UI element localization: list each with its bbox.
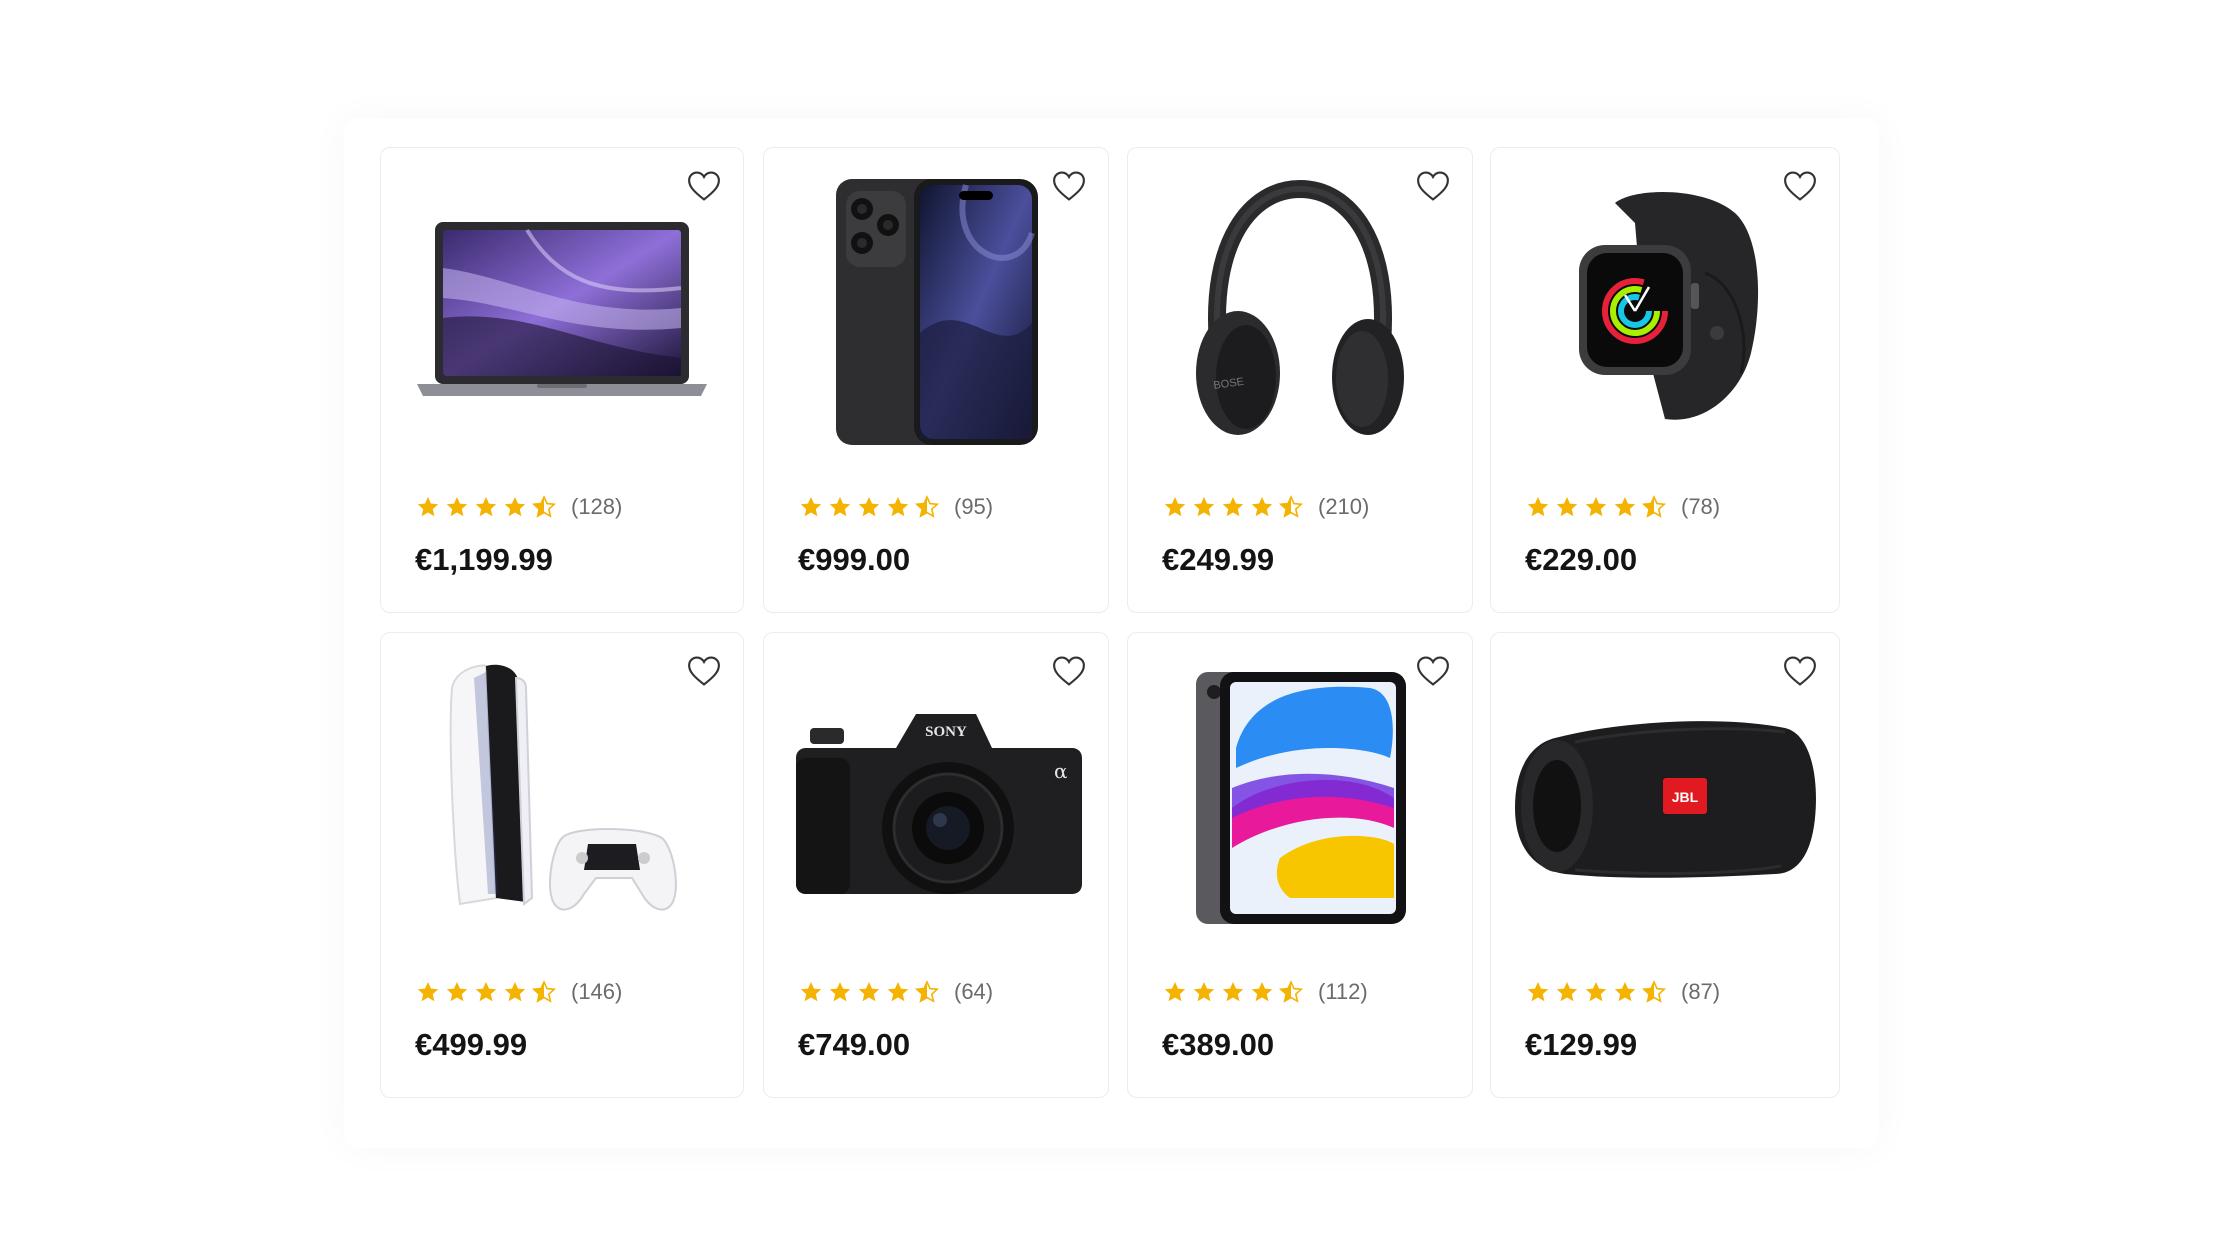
product-image-game-console[interactable] bbox=[381, 653, 743, 943]
star-half-icon bbox=[1278, 980, 1304, 1003]
star-icon bbox=[1193, 497, 1215, 517]
star-icon bbox=[887, 497, 909, 517]
star-icon bbox=[829, 982, 851, 1002]
star-icon bbox=[1556, 982, 1578, 1002]
product-price: €999.00 bbox=[798, 542, 911, 577]
star-icon bbox=[858, 982, 880, 1002]
star-half-icon bbox=[1641, 495, 1667, 518]
star-icon bbox=[1614, 982, 1636, 1002]
star-icon bbox=[1614, 497, 1636, 517]
star-icon bbox=[1251, 497, 1273, 517]
star-icon bbox=[446, 497, 468, 517]
svg-text:α: α bbox=[1054, 759, 1068, 783]
product-image-speaker[interactable]: JBL bbox=[1491, 653, 1839, 943]
star-icon bbox=[504, 497, 526, 517]
star-icon bbox=[1222, 497, 1244, 517]
star-half-icon bbox=[531, 980, 557, 1003]
star-half-icon bbox=[1278, 495, 1304, 518]
product-price: €229.00 bbox=[1525, 542, 1638, 577]
star-icon bbox=[475, 497, 497, 517]
review-count: (128) bbox=[571, 494, 623, 519]
star-icon bbox=[858, 497, 880, 517]
product-card[interactable]: BOSE (210) €249.99 bbox=[1127, 147, 1473, 613]
star-rating bbox=[1525, 980, 1667, 1004]
star-icon bbox=[829, 497, 851, 517]
product-image-laptop[interactable] bbox=[381, 168, 743, 458]
star-rating bbox=[415, 495, 557, 519]
product-price: €389.00 bbox=[1162, 1027, 1275, 1062]
star-icon bbox=[417, 982, 439, 1002]
product-price: €499.99 bbox=[415, 1027, 528, 1062]
brand-logo: JBL bbox=[1672, 789, 1699, 805]
rating: (95) bbox=[798, 494, 993, 520]
product-image-tablet[interactable] bbox=[1128, 653, 1472, 943]
product-price: €129.99 bbox=[1525, 1027, 1638, 1062]
product-image-smartwatch[interactable] bbox=[1491, 168, 1839, 458]
rating: (78) bbox=[1525, 494, 1720, 520]
product-price: €749.00 bbox=[798, 1027, 911, 1062]
brand-logo: SONY bbox=[925, 724, 967, 740]
star-icon bbox=[417, 497, 439, 517]
star-rating bbox=[1162, 980, 1304, 1004]
review-count: (210) bbox=[1318, 494, 1370, 519]
star-icon bbox=[1556, 497, 1578, 517]
rating: (210) bbox=[1162, 494, 1369, 520]
review-count: (112) bbox=[1318, 979, 1368, 1004]
product-image-smartphone[interactable] bbox=[764, 168, 1108, 458]
star-icon bbox=[887, 982, 909, 1002]
star-icon bbox=[446, 982, 468, 1002]
star-rating bbox=[798, 495, 940, 519]
star-icon bbox=[800, 497, 822, 517]
product-price: €1,199.99 bbox=[415, 542, 553, 577]
review-count: (146) bbox=[571, 979, 623, 1004]
product-card[interactable]: JBL (87) €129.99 bbox=[1490, 632, 1840, 1098]
star-icon bbox=[1585, 982, 1607, 1002]
star-rating bbox=[1162, 495, 1304, 519]
product-price: €249.99 bbox=[1162, 542, 1275, 577]
product-image-camera[interactable]: SONY α bbox=[764, 653, 1108, 943]
review-count: (95) bbox=[954, 494, 994, 519]
star-icon bbox=[475, 982, 497, 1002]
product-card[interactable]: (146) €499.99 bbox=[380, 632, 744, 1098]
star-rating bbox=[1525, 495, 1667, 519]
review-count: (87) bbox=[1681, 979, 1721, 1004]
review-count: (78) bbox=[1681, 494, 1721, 519]
star-icon bbox=[1193, 982, 1215, 1002]
star-half-icon bbox=[914, 980, 940, 1003]
star-icon bbox=[1164, 982, 1186, 1002]
rating: (128) bbox=[415, 494, 622, 520]
rating: (64) bbox=[798, 979, 993, 1005]
star-icon bbox=[504, 982, 526, 1002]
star-rating bbox=[415, 980, 557, 1004]
product-card[interactable]: SONY α (64) €749.00 bbox=[763, 632, 1109, 1098]
product-card[interactable]: (128) €1,199.99 bbox=[380, 147, 744, 613]
review-count: (64) bbox=[954, 979, 994, 1004]
star-icon bbox=[1527, 497, 1549, 517]
rating: (112) bbox=[1162, 979, 1368, 1005]
rating: (87) bbox=[1525, 979, 1720, 1005]
star-icon bbox=[1585, 497, 1607, 517]
star-icon bbox=[800, 982, 822, 1002]
product-card[interactable]: (95) €999.00 bbox=[763, 147, 1109, 613]
star-rating bbox=[798, 980, 940, 1004]
star-half-icon bbox=[531, 495, 557, 518]
star-icon bbox=[1251, 982, 1273, 1002]
star-half-icon bbox=[914, 495, 940, 518]
product-card[interactable]: (78) €229.00 bbox=[1490, 147, 1840, 613]
product-image-headphones[interactable]: BOSE bbox=[1128, 168, 1472, 458]
star-icon bbox=[1527, 982, 1549, 1002]
star-icon bbox=[1222, 982, 1244, 1002]
star-half-icon bbox=[1641, 980, 1667, 1003]
rating: (146) bbox=[415, 979, 622, 1005]
product-card[interactable]: (112) €389.00 bbox=[1127, 632, 1473, 1098]
star-icon bbox=[1164, 497, 1186, 517]
